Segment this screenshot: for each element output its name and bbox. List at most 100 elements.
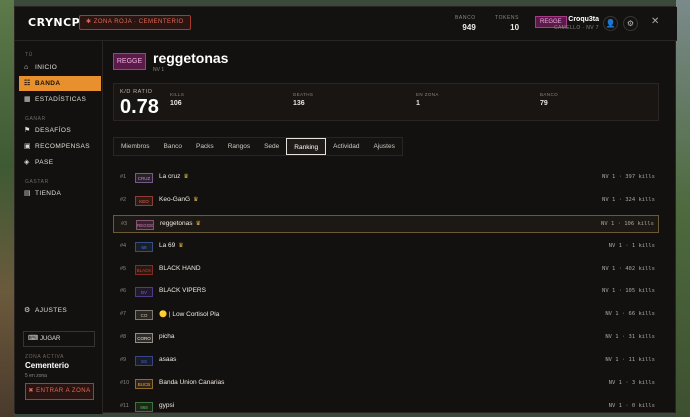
sidebar-item-desafios[interactable]: ⚑ DESAFÍOS — [19, 123, 101, 138]
gang-tag: KEO — [135, 195, 153, 206]
cross-icon: ✖ — [28, 388, 34, 394]
enter-zone-button[interactable]: ✖ ENTRAR A ZONA — [25, 383, 94, 400]
gang-name: BLACK HAND — [159, 265, 201, 272]
rank-number: #4 — [120, 242, 127, 249]
gang-name: La 69 ♛ — [159, 242, 184, 249]
rank-number: #7 — [120, 311, 127, 318]
rank-number: #10 — [120, 380, 130, 387]
rank-number: #1 — [120, 174, 127, 180]
level-kills: NV 1 · 402 kills — [602, 265, 655, 272]
gear-icon[interactable]: ⚙ — [623, 16, 638, 31]
level-kills: NV 1 · 11 kills — [605, 357, 655, 364]
tab-miembros[interactable]: Miembros — [114, 138, 157, 155]
table-row[interactable]: #7 CO 🟡 | Low Cortisol Pla NV 1 · 66 kills — [113, 306, 659, 324]
tab-packs[interactable]: Packs — [189, 138, 221, 155]
gang-tag: CORO — [135, 333, 153, 344]
gamepad-icon: ⌨ — [28, 335, 39, 342]
sidebar-item-estadisticas[interactable]: ▦ ESTADÍSTICAS — [19, 92, 101, 107]
gang-name-text: BLACK HAND — [159, 264, 201, 272]
gang-tag: 69 — [135, 241, 153, 252]
background-left — [0, 0, 14, 417]
user-icon[interactable]: 👤 — [603, 16, 618, 31]
close-icon[interactable]: ✕ — [651, 16, 659, 27]
table-row[interactable]: #1 CRUZ La cruz ♛ NV 1 · 397 kills — [113, 169, 659, 187]
level-kills: NV 1 · 106 kills — [601, 220, 654, 227]
level-kills: NV 1 · 0 kills — [608, 402, 655, 409]
gift-icon: ▣ — [24, 143, 32, 150]
gang-name-text: Banda Union Canarias — [159, 379, 225, 387]
sidebar-item-inicio[interactable]: ⌂ INICIO — [19, 60, 101, 75]
active-zone-count: 5 en zona — [25, 373, 47, 379]
gang-name-text: La cruz — [159, 173, 181, 180]
sidebar-item-recompensas[interactable]: ▣ RECOMPENSAS — [19, 139, 101, 154]
table-row[interactable]: #3 REGGE reggetonas ♛ NV 1 · 106 kills — [113, 214, 659, 233]
section-ganar: GANAR — [25, 116, 46, 122]
ranking-list: #1 CRUZ La cruz ♛ NV 1 · 397 kills #2 KEO Keo-G… — [113, 169, 659, 417]
zone-pill[interactable]: ✱ ZONA ROJA · CEMENTERIO — [79, 15, 191, 30]
banco-stat: BANCO 79 — [540, 92, 559, 107]
rank-number: #6 — [120, 288, 127, 295]
gang-tag: BV — [135, 287, 153, 298]
level-kills: NV 1 · 1 kills — [608, 242, 655, 249]
deaths-stat: DEATHS 136 — [293, 92, 314, 107]
gang-name: reggetonas — [153, 50, 229, 66]
app-window: CRYNCPVP ✱ ZONA ROJA · CEMENTERIO BANCO … — [14, 6, 677, 414]
sidebar-item-banda[interactable]: ☷ BANDA — [19, 76, 101, 91]
gang-tag: BUCB — [135, 379, 153, 390]
gang-tag-badge: REGGE — [113, 53, 146, 70]
gang-name: reggetonas ♛ — [160, 220, 201, 227]
stats-card: K/D RATIO 0.78 KILLS 106 DEATHS 136 EN Z… — [113, 83, 659, 121]
level-kills: NV 1 · 3 kills — [608, 380, 655, 387]
gang-name-text: gypsi — [159, 401, 175, 409]
gang-tag: CRUZ — [135, 173, 153, 183]
tab-ajustes[interactable]: Ajustes — [367, 138, 402, 155]
level-kills: NV 1 · 31 kills — [605, 334, 655, 341]
gang-name-text: Keo-GanG — [159, 195, 191, 203]
table-row[interactable]: #9 SS asaas NV 1 · 11 kills — [113, 352, 659, 370]
table-row[interactable]: #6 BV BLACK VIPERS NV 1 · 105 kills — [113, 283, 659, 301]
level-kills: NV 1 · 397 kills — [602, 174, 655, 180]
shop-icon: ▤ — [24, 190, 32, 197]
crown-icon: ♛ — [183, 174, 189, 180]
table-row[interactable]: #8 CORO picha NV 1 · 31 kills — [113, 329, 659, 347]
active-zone-label: ZONA ACTIVA — [25, 354, 65, 360]
bank-stat: BANCO 949 — [455, 15, 476, 32]
table-row[interactable]: #10 BUCB Banda Union Canarias NV 1 · 3 kill… — [113, 375, 659, 393]
tab-banco[interactable]: Banco — [157, 138, 189, 155]
table-row[interactable]: #2 KEO Keo-GanG ♛ NV 1 · 324 kills — [113, 192, 659, 210]
active-zone-name: Cementerio — [25, 361, 70, 370]
en-zona-stat: EN ZONA 1 — [416, 92, 439, 107]
rank-number: #9 — [120, 357, 127, 364]
rank-number: #11 — [120, 402, 129, 409]
group-icon: ☷ — [24, 80, 31, 87]
gang-name: Keo-GanG ♛ — [159, 196, 198, 203]
table-row[interactable]: #11 968 gypsi NV 1 · 0 kills — [113, 398, 659, 416]
gear-icon: ⚙ — [24, 307, 31, 314]
crown-icon: ♛ — [193, 196, 199, 203]
table-row[interactable]: #4 69 La 69 ♛ NV 1 · 1 kills — [113, 238, 659, 256]
tab-actividad[interactable]: Actividad — [326, 138, 366, 155]
sidebar-item-pase[interactable]: ◈ PASE — [19, 155, 101, 170]
gang-tag: REGGE — [136, 219, 154, 230]
tab-rangos[interactable]: Rangos — [221, 138, 257, 155]
user-name: Croqu3ta — [568, 16, 599, 23]
kd-value: 0.78 — [120, 96, 159, 118]
flag-icon: ⚑ — [24, 127, 31, 134]
gang-name-text: reggetonas — [160, 219, 193, 227]
crown-icon: ♛ — [195, 220, 201, 227]
sidebar-item-tienda[interactable]: ▤ TIENDA — [19, 186, 101, 201]
level-kills: NV 1 · 66 kills — [605, 311, 655, 318]
section-gastar: GASTAR — [25, 179, 49, 185]
sidebar-item-ajustes[interactable]: ⚙ AJUSTES — [19, 303, 101, 318]
tab-sede[interactable]: Sede — [257, 138, 286, 155]
gang-tag: CO — [135, 310, 153, 321]
table-row[interactable]: #5 BLACK BLACK HAND NV 1 · 402 kills — [113, 261, 659, 279]
main-panel: REGGE reggetonas NV 1 K/D RATIO 0.78 KIL… — [103, 41, 677, 414]
kd-label: K/D RATIO — [120, 89, 153, 95]
gang-tag: BLACK — [135, 264, 153, 275]
gang-name-text: 🟡 | Low Cortisol Pla — [159, 311, 220, 319]
rank-number: #5 — [120, 265, 127, 272]
rank-number: #2 — [120, 196, 127, 203]
tab-ranking[interactable]: Ranking — [286, 138, 327, 155]
play-button[interactable]: ⌨ JUGAR — [23, 331, 95, 347]
